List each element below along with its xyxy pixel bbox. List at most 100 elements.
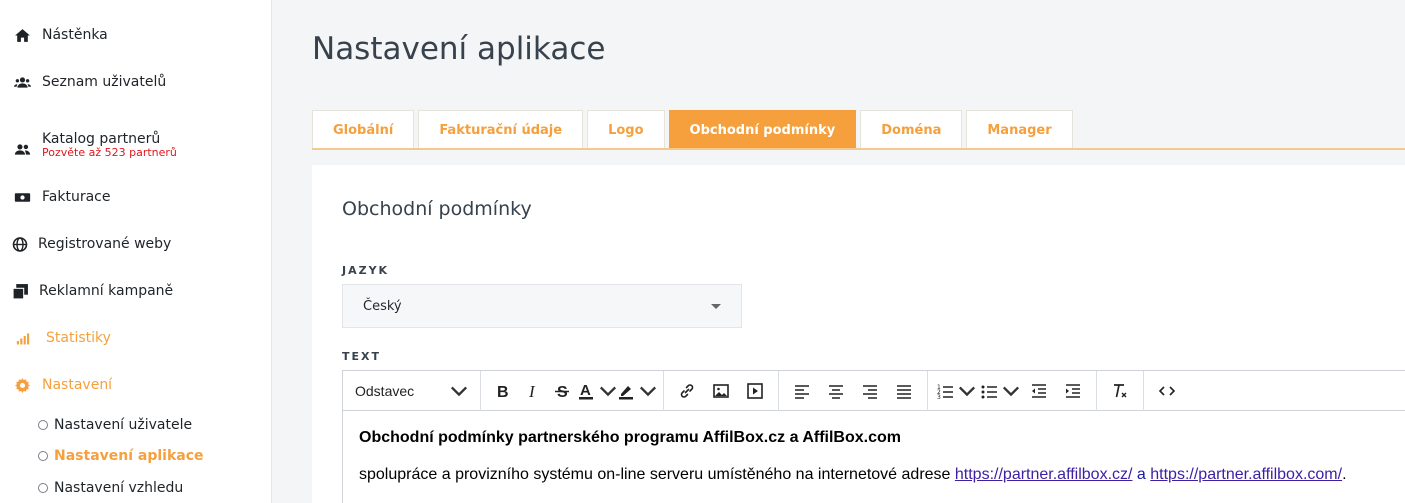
subnav-label: Nastavení vzhledu — [54, 480, 184, 496]
text-label: TEXT — [342, 350, 382, 363]
format-group: Odstavec — [343, 370, 481, 411]
indent-button[interactable] — [1056, 376, 1090, 406]
circle-icon — [38, 451, 48, 461]
sidebar: Nástěnka Seznam uživatelů Katalog partne… — [0, 0, 272, 503]
highlight-color-button[interactable] — [617, 376, 657, 406]
align-justify-button[interactable] — [887, 376, 921, 406]
strikethrough-button[interactable]: S — [547, 376, 577, 406]
circle-icon — [38, 420, 48, 430]
align-center-icon — [829, 384, 843, 399]
sidebar-item-label: Katalog partnerů — [42, 131, 161, 147]
subnav-user-settings[interactable]: Nastavení uživatele — [38, 417, 192, 433]
rich-text-editor: Odstavec B I S A 1 2 3 Obchodní podmínky… — [342, 370, 1405, 503]
link-affilbox-cz[interactable]: https://partner.affilbox.cz/ — [955, 466, 1133, 483]
insert-media-button[interactable] — [738, 376, 772, 406]
tab-manager[interactable]: Manager — [966, 110, 1073, 149]
editor-content[interactable]: Obchodní podmínky partnerského programu … — [343, 411, 1405, 502]
sidebar-item-label: Nástěnka — [42, 27, 108, 43]
subnav-label: Nastavení uživatele — [54, 417, 193, 433]
numbered-list-button[interactable]: 123 — [934, 376, 978, 406]
sidebar-item-websites[interactable]: Registrované weby — [12, 236, 171, 252]
outdent-button[interactable] — [1022, 376, 1056, 406]
align-left-icon — [795, 384, 809, 399]
tab-terms[interactable]: Obchodní podmínky — [668, 110, 857, 149]
paragraph-text: spolupráce a provizního systému on-line … — [359, 466, 955, 483]
chevron-down-icon — [1002, 386, 1020, 396]
link-icon — [680, 383, 694, 398]
circle-icon — [38, 483, 48, 493]
paragraph-end: . — [1342, 466, 1347, 483]
sidebar-item-settings[interactable]: Nastavení — [12, 377, 112, 393]
align-group — [779, 370, 928, 411]
language-value: Český — [363, 298, 402, 314]
clear-formatting-icon — [1114, 383, 1127, 397]
tab-global[interactable]: Globální — [312, 110, 415, 149]
sidebar-item-label: Registrované weby — [38, 236, 172, 252]
partners-invite-hint: Pozvěte až 523 partnerů — [42, 146, 177, 159]
code-group — [1144, 371, 1190, 411]
sidebar-item-billing[interactable]: Fakturace — [12, 189, 110, 205]
link-affilbox-com[interactable]: https://partner.affilbox.com/ — [1150, 466, 1342, 483]
align-center-button[interactable] — [819, 376, 853, 406]
settings-tabs: Globální Fakturační údaje Logo Obchodní … — [312, 110, 1077, 149]
list-group: 123 — [928, 370, 1097, 411]
strikethrough-icon: S — [555, 384, 569, 400]
bold-icon: B — [497, 384, 509, 400]
terms-heading: Obchodní podmínky partnerského programu … — [359, 429, 901, 446]
block-format-value: Odstavec — [355, 382, 415, 399]
media-icon — [747, 382, 763, 399]
chevron-down-icon — [599, 386, 617, 396]
align-justify-icon — [897, 384, 911, 399]
italic-icon: I — [528, 382, 536, 400]
page-title: Nastavení aplikace — [312, 31, 606, 67]
bullet-list-icon — [981, 385, 997, 398]
clear-group — [1097, 370, 1144, 411]
sidebar-item-dashboard[interactable]: Nástěnka — [12, 27, 108, 43]
terms-card: Obchodní podmínky JAZYK Český TEXT Odsta… — [312, 165, 1405, 503]
subnav-appearance-settings[interactable]: Nastavení vzhledu — [38, 480, 183, 496]
subnav-app-settings[interactable]: Nastavení aplikace — [38, 448, 204, 464]
tab-domain[interactable]: Doména — [860, 110, 963, 149]
signal-icon — [12, 330, 36, 346]
chevron-down-icon — [450, 386, 468, 396]
bold-button[interactable]: B — [487, 376, 517, 406]
language-select[interactable]: Český — [342, 284, 742, 328]
sidebar-item-label: Reklamní kampaně — [39, 283, 174, 299]
code-icon — [1158, 385, 1176, 396]
highlighter-icon — [619, 385, 633, 399]
align-right-button[interactable] — [853, 376, 887, 406]
users-icon — [12, 74, 32, 90]
editor-toolbar: Odstavec B I S A 1 2 3 — [343, 370, 1405, 411]
text-color-button[interactable]: A — [577, 376, 617, 406]
numbered-list-icon: 123 — [937, 384, 953, 400]
insert-link-button[interactable] — [670, 376, 704, 406]
source-code-button[interactable] — [1150, 376, 1184, 406]
caret-down-icon — [711, 304, 721, 309]
svg-text:B: B — [497, 384, 509, 400]
sidebar-item-statistics[interactable]: Statistiky — [12, 330, 111, 346]
chevron-down-icon — [958, 386, 976, 396]
align-left-button[interactable] — [785, 376, 819, 406]
copy-icon — [12, 283, 29, 299]
sidebar-item-campaigns[interactable]: Reklamní kampaně — [12, 283, 173, 299]
card-title: Obchodní podmínky — [342, 198, 532, 220]
tab-billing-details[interactable]: Fakturační údaje — [418, 110, 584, 149]
globe-icon — [12, 236, 28, 252]
insert-group — [664, 370, 779, 411]
sidebar-item-label: Fakturace — [42, 189, 111, 205]
clear-formatting-button[interactable] — [1103, 376, 1137, 406]
text-style-group: B I S A — [481, 370, 664, 411]
paragraph-conjunction: a — [1132, 466, 1151, 483]
partners-icon — [12, 141, 32, 157]
italic-button[interactable]: I — [517, 376, 547, 406]
insert-image-button[interactable] — [704, 376, 738, 406]
home-icon — [12, 27, 32, 43]
block-format-select[interactable]: Odstavec — [349, 376, 474, 406]
chevron-down-icon — [639, 386, 657, 396]
tabs-divider — [312, 148, 1405, 150]
sidebar-item-users[interactable]: Seznam uživatelů — [12, 74, 166, 90]
language-label: JAZYK — [342, 264, 390, 277]
outdent-icon — [1032, 383, 1046, 398]
tab-logo[interactable]: Logo — [587, 110, 665, 149]
bullet-list-button[interactable] — [978, 376, 1022, 406]
